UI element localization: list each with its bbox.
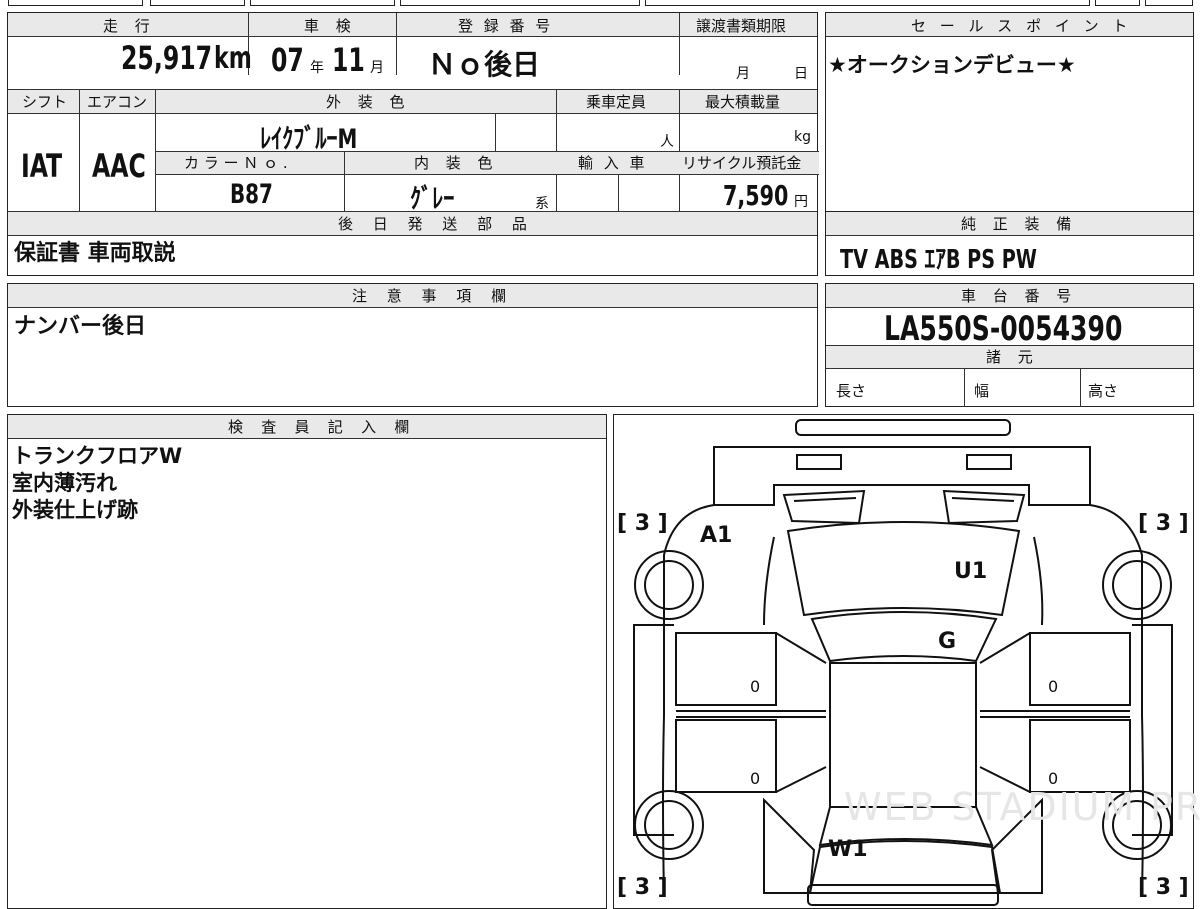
- equipment-header: 純 正 装 備: [961, 215, 1078, 233]
- notes-text: ナンバー後日: [14, 314, 147, 339]
- sales-points-header: セ ー ル ス ポ イ ン ト: [911, 17, 1132, 35]
- aircon-value: AAC: [92, 147, 146, 185]
- chassis-value: LA550S-0054390: [884, 309, 1123, 349]
- capacity-header: 乗車定員: [586, 93, 647, 111]
- specs-header: 諸 元: [986, 348, 1039, 366]
- recycle-unit: 円: [794, 194, 808, 210]
- colorno-header: カ ラ ー Ｎ ｏ .: [184, 154, 288, 172]
- aircon-header: エアコン: [87, 93, 148, 111]
- damage-code-w1: W1: [828, 837, 868, 862]
- inspector-line-3: 外装仕上げ跡: [12, 498, 138, 522]
- import-header: 輸 入 車: [578, 154, 648, 172]
- maxload-unit: kg: [794, 129, 811, 145]
- shift-header: シフト: [22, 93, 68, 111]
- colorno-value: B87: [230, 179, 273, 210]
- maxload-header: 最大積載量: [705, 93, 781, 111]
- diagram-watermark: WEB STADIUM PRO: [844, 785, 1200, 829]
- chassis-panel: 車 台 番 号 LA550S-0054390 諸 元 長さ 幅 高さ: [825, 283, 1194, 407]
- length-label: 長さ: [836, 382, 867, 400]
- chassis-header: 車 台 番 号: [961, 287, 1078, 305]
- mileage-header: 走 行: [103, 17, 156, 35]
- transfer-header: 譲渡書類期限: [696, 17, 787, 35]
- tire-mark-rear-right: [ 3 ]: [1138, 875, 1189, 900]
- transfer-day-unit: 日: [794, 66, 808, 82]
- zero-mark-left-front: 0: [750, 677, 761, 696]
- tire-mark-rear-left: [ 3 ]: [617, 875, 668, 900]
- transfer-month-unit: 月: [736, 66, 750, 82]
- notes-panel: 注 意 事 項 欄 ナンバー後日: [7, 283, 818, 407]
- interior-header: 内 装 色: [414, 154, 499, 172]
- recycle-header: リサイクル預託金: [682, 154, 802, 172]
- equipment-text: TV ABS ｴｱB PS PW: [840, 245, 1037, 275]
- registration-value: Ｎｏ後日: [428, 48, 541, 81]
- recycle-value: 7,590: [723, 179, 789, 212]
- vehicle-info-table: 走 行 車 検 登 録 番 号 譲渡書類期限 25,917 km 07 年 11…: [7, 12, 819, 276]
- year-unit: 年: [310, 60, 324, 76]
- inspection-header: 車 検: [304, 17, 357, 35]
- sales-points-panel: セ ー ル ス ポ イ ン ト ★オークションデビュー★: [825, 12, 1194, 212]
- interior-suffix: 系: [535, 196, 549, 212]
- car-outline-diagram: [633, 419, 1173, 906]
- car-diagram-panel: WEB STADIUM PRO [ 3 ] [ 3 ] [ 3 ] [ 3 ] …: [613, 414, 1200, 909]
- inspection-year: 07: [271, 41, 304, 79]
- mileage-unit: km: [214, 41, 252, 76]
- zero-mark-right-front: 0: [1048, 677, 1059, 696]
- month-unit: 月: [370, 60, 384, 76]
- shift-value: IAT: [21, 147, 63, 185]
- mileage-value: 25,917: [121, 39, 213, 77]
- damage-code-a1: A1: [700, 523, 733, 548]
- zero-mark-right-rear: 0: [1048, 769, 1059, 788]
- equipment-panel: 純 正 装 備 TV ABS ｴｱB PS PW: [825, 211, 1194, 276]
- damage-code-u1: U1: [954, 559, 988, 584]
- notes-header: 注 意 事 項 欄: [352, 287, 514, 305]
- width-label: 幅: [974, 382, 990, 400]
- tire-mark-front-left: [ 3 ]: [617, 511, 668, 536]
- inspector-line-2: 室内薄汚れ: [12, 471, 117, 495]
- capacity-unit: 人: [660, 134, 674, 150]
- registration-header: 登 録 番 号: [458, 17, 554, 35]
- tire-mark-front-right: [ 3 ]: [1138, 511, 1189, 536]
- later-parts-text: 保証書 車両取説: [14, 241, 176, 266]
- exterior-header: 外 装 色: [326, 93, 411, 111]
- top-strip: [0, 0, 1200, 7]
- damage-code-g: G: [938, 629, 957, 654]
- inspector-line-1: トランクフロアW: [12, 444, 183, 468]
- inspector-panel: 検 査 員 記 入 欄 トランクフロアW 室内薄汚れ 外装仕上げ跡: [7, 414, 607, 909]
- inspection-month: 11: [332, 41, 365, 79]
- height-label: 高さ: [1088, 382, 1119, 400]
- later-parts-header: 後 日 発 送 部 品: [338, 215, 535, 233]
- zero-mark-left-rear: 0: [750, 769, 761, 788]
- sales-points-text: ★オークションデビュー★: [828, 53, 1076, 77]
- inspector-header: 検 査 員 記 入 欄: [228, 418, 417, 436]
